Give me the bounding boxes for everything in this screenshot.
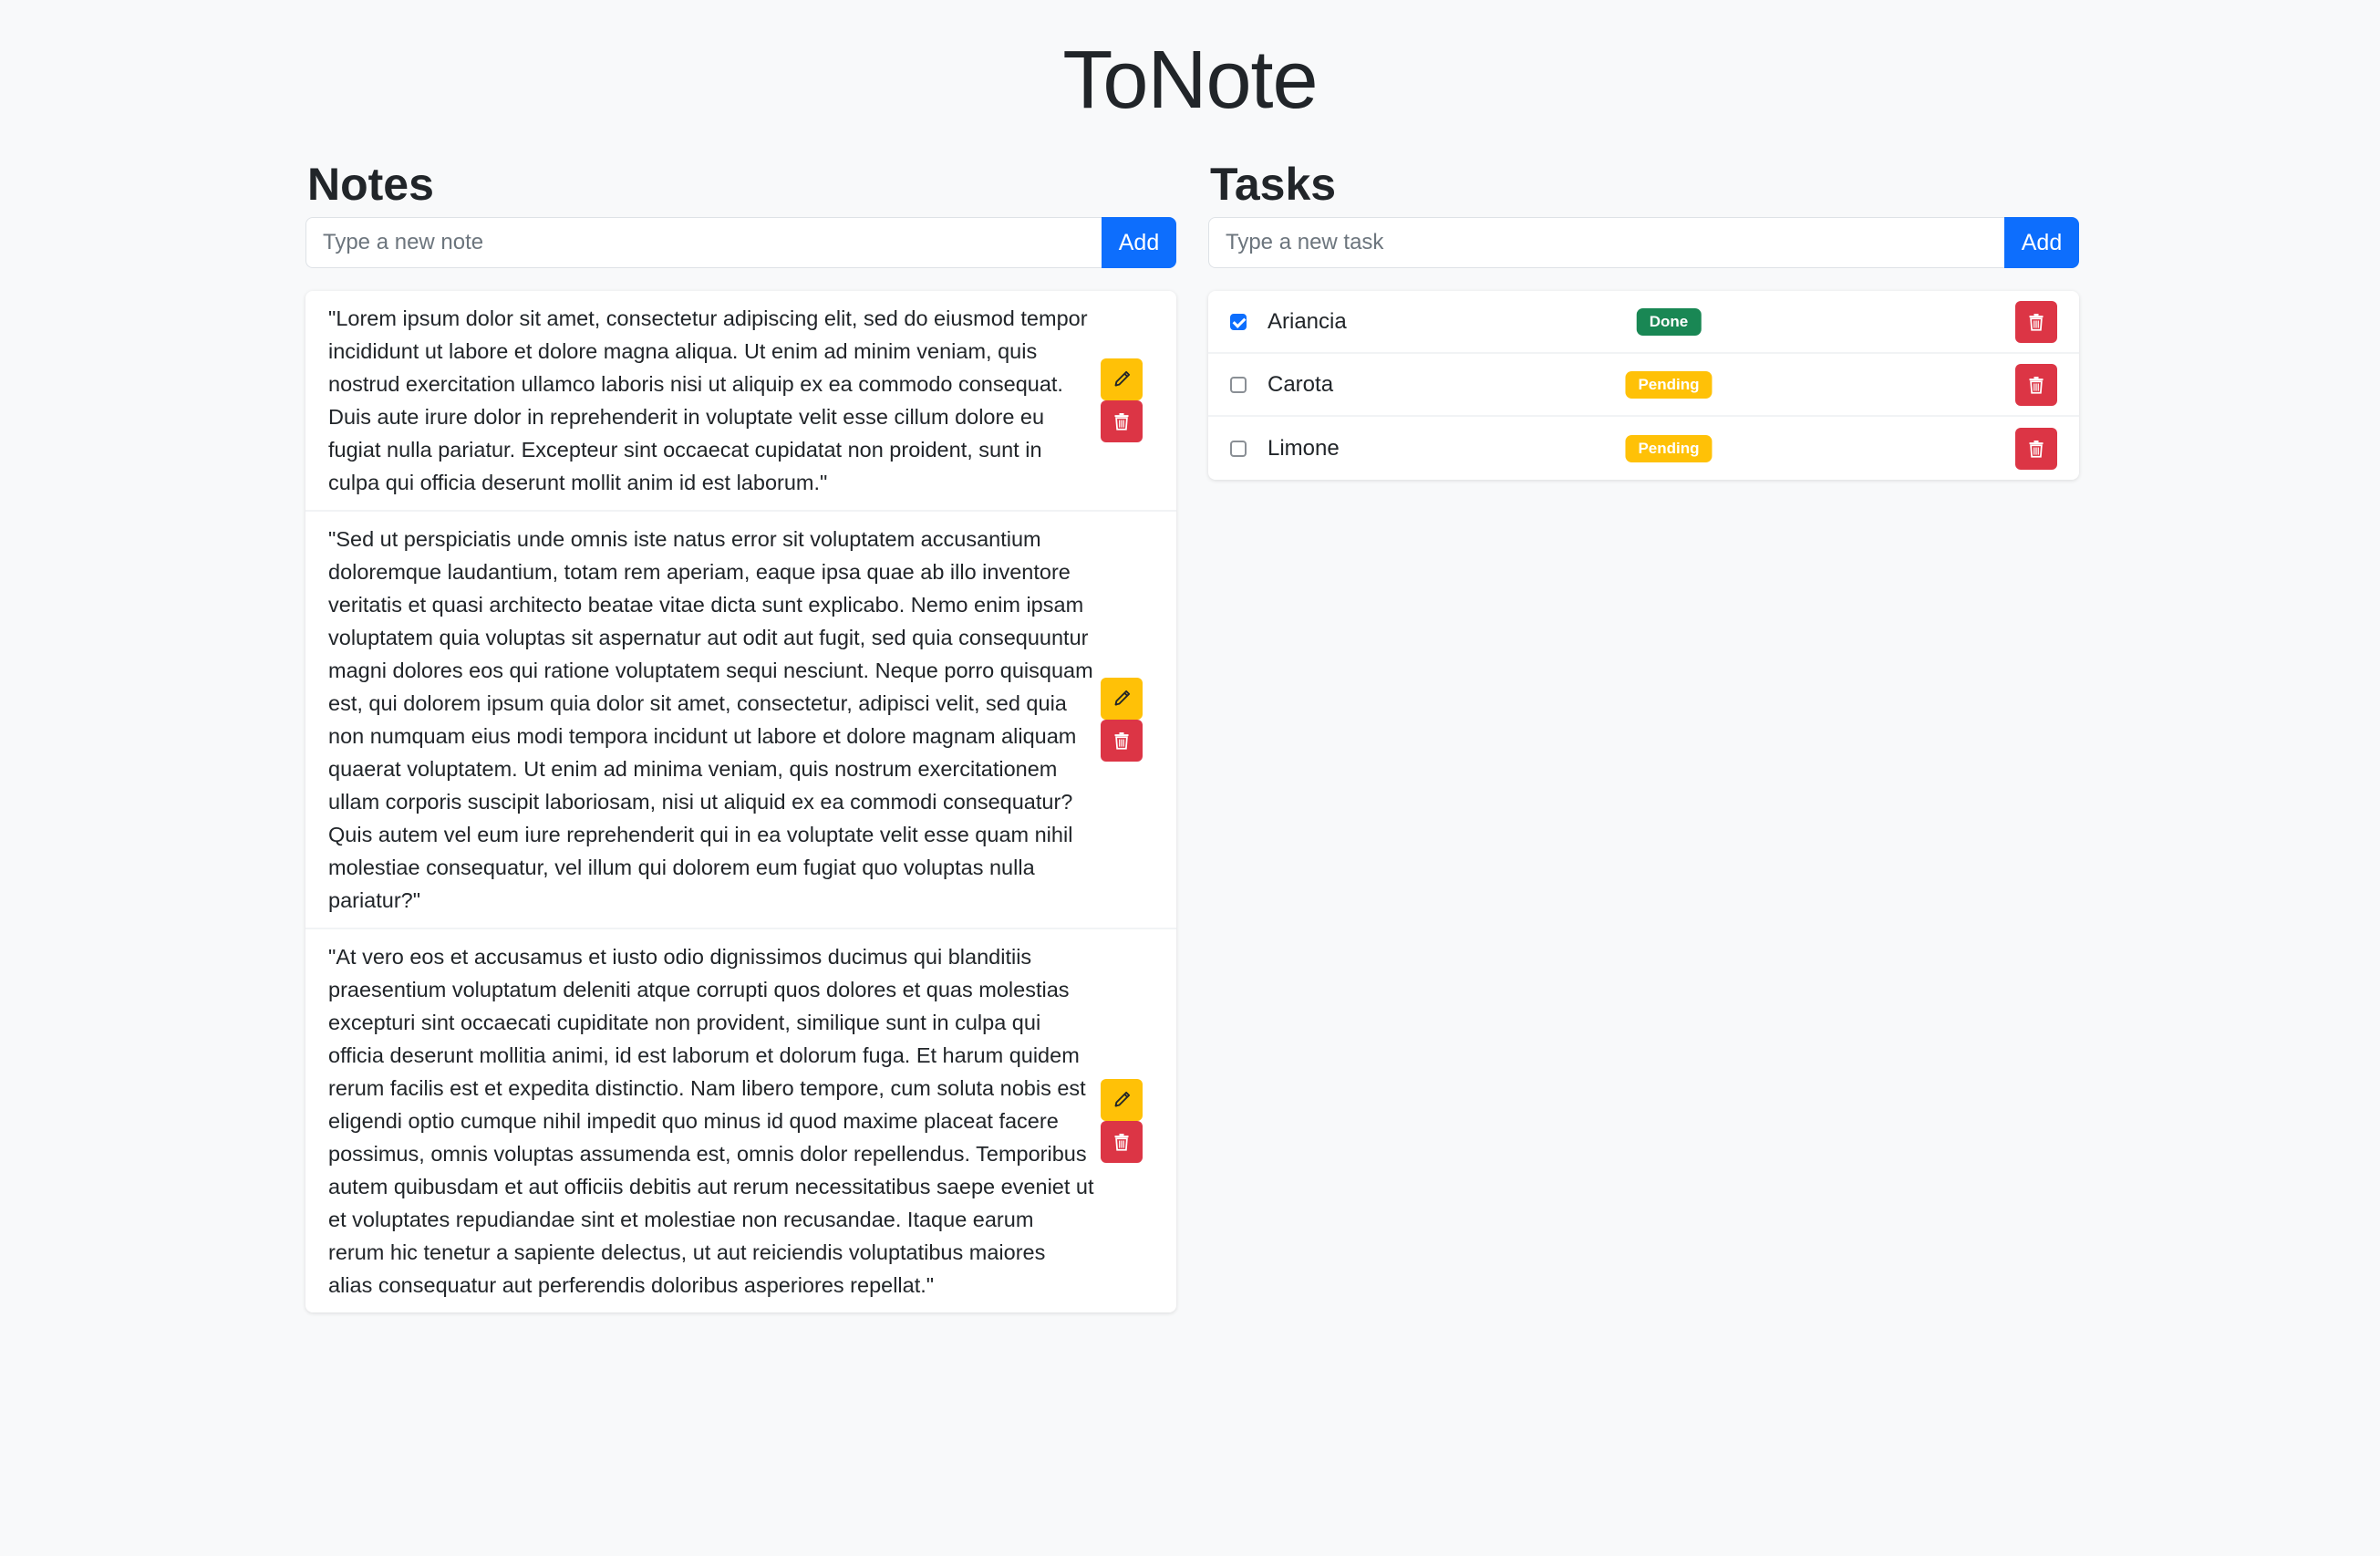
- note-text: "Lorem ipsum dolor sit amet, consectetur…: [328, 306, 1088, 494]
- note-text: "At vero eos et accusamus et iusto odio …: [328, 945, 1094, 1297]
- tasks-list: Ariancia Done Carota Pending Limone Pend…: [1208, 291, 2079, 480]
- notes-list: "Lorem ipsum dolor sit amet, consectetur…: [305, 291, 1176, 1312]
- note-actions: [1101, 1079, 1143, 1163]
- trash-icon: [1113, 412, 1130, 430]
- trash-icon: [1113, 1133, 1130, 1151]
- note-text: "Sed ut perspiciatis unde omnis iste nat…: [328, 527, 1093, 912]
- note-item: "Sed ut perspiciatis unde omnis iste nat…: [305, 512, 1176, 929]
- task-checkbox[interactable]: [1230, 376, 1247, 393]
- trash-icon: [2028, 313, 2044, 331]
- trash-icon: [1113, 731, 1130, 750]
- trash-icon: [2028, 376, 2044, 394]
- delete-note-button[interactable]: [1101, 400, 1143, 442]
- status-badge: Pending: [1625, 370, 1713, 399]
- task-name: Ariancia: [1268, 308, 1347, 334]
- pencil-icon: [1112, 690, 1131, 708]
- task-item: Carota Pending: [1208, 354, 2079, 417]
- app-title: ToNote: [1062, 35, 1318, 126]
- delete-note-button[interactable]: [1101, 1121, 1143, 1163]
- tasks-section: Tasks Add Ariancia Done Carota Pending: [1208, 157, 2079, 480]
- task-name: Carota: [1268, 371, 1334, 397]
- task-name: Limone: [1268, 435, 1340, 461]
- note-input[interactable]: [305, 217, 1102, 268]
- status-badge: Done: [1636, 307, 1702, 336]
- add-note-button[interactable]: Add: [1102, 217, 1176, 268]
- status-badge: Pending: [1625, 434, 1713, 462]
- edit-note-button[interactable]: [1101, 1079, 1143, 1121]
- task-item: Limone Pending: [1208, 417, 2079, 480]
- delete-task-button[interactable]: [2015, 363, 2057, 406]
- task-input[interactable]: [1208, 217, 2004, 268]
- delete-note-button[interactable]: [1101, 720, 1143, 762]
- task-checkbox[interactable]: [1230, 313, 1247, 330]
- pencil-icon: [1112, 1091, 1131, 1109]
- notes-section: Notes Add "Lorem ipsum dolor sit amet, c…: [305, 157, 1176, 1312]
- note-input-group: Add: [305, 217, 1176, 268]
- delete-task-button[interactable]: [2015, 427, 2057, 470]
- note-item: "At vero eos et accusamus et iusto odio …: [305, 929, 1176, 1312]
- task-input-group: Add: [1208, 217, 2079, 268]
- pencil-icon: [1112, 370, 1131, 389]
- trash-icon: [2028, 440, 2044, 458]
- add-task-button[interactable]: Add: [2004, 217, 2079, 268]
- note-item: "Lorem ipsum dolor sit amet, consectetur…: [305, 291, 1176, 512]
- note-actions: [1101, 358, 1143, 442]
- task-item: Ariancia Done: [1208, 291, 2079, 354]
- note-actions: [1101, 678, 1143, 762]
- tasks-heading: Tasks: [1210, 159, 1337, 210]
- delete-task-button[interactable]: [2015, 300, 2057, 343]
- notes-heading: Notes: [307, 159, 434, 210]
- task-checkbox[interactable]: [1230, 440, 1247, 457]
- edit-note-button[interactable]: [1101, 678, 1143, 720]
- edit-note-button[interactable]: [1101, 358, 1143, 400]
